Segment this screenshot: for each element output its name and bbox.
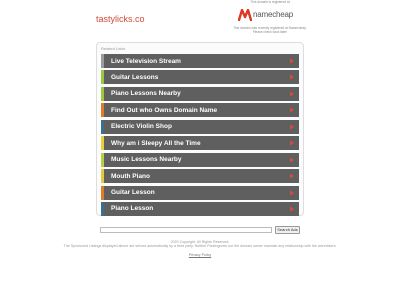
- chevron-right-icon: [290, 206, 294, 212]
- disclaimer-text: The Sponsored Listings displayed above a…: [63, 244, 337, 249]
- related-link-label: Guitar Lessons: [111, 73, 159, 81]
- related-link-10[interactable]: Piano Lesson: [101, 201, 299, 216]
- site-name[interactable]: tastylicks.co: [96, 14, 145, 24]
- related-link-label: Music Lessons Nearby: [111, 156, 182, 164]
- related-link-9[interactable]: Guitar Lesson: [101, 185, 299, 200]
- related-link-label: Live Television Stream: [111, 57, 181, 65]
- related-links-panel: Related Links Live Television Stream Guit…: [96, 42, 304, 216]
- related-link-label: Electric Violin Shop: [111, 123, 172, 131]
- chevron-right-icon: [290, 190, 294, 195]
- chevron-right-icon: [290, 107, 294, 113]
- registrar-description: This domain was recently registered at N…: [233, 26, 307, 34]
- related-links-title: Related Links: [101, 46, 126, 51]
- footer: 2020 Copyright. All Rights Reserved. The…: [60, 240, 340, 257]
- related-link-label: Guitar Lesson: [111, 189, 155, 196]
- search-input[interactable]: [100, 227, 272, 233]
- chevron-right-icon: [290, 91, 294, 97]
- chevron-right-icon: [290, 74, 294, 80]
- related-link-label: Mouth Piano: [111, 172, 150, 180]
- related-link-2[interactable]: Guitar Lessons: [101, 70, 299, 85]
- parked-domain-page: tastylicks.co This domain is registered …: [0, 0, 400, 300]
- related-link-label: Piano Lessons Nearby: [111, 90, 181, 98]
- chevron-right-icon: [290, 173, 294, 179]
- chevron-right-icon: [290, 157, 294, 163]
- related-link-5[interactable]: Electric Violin Shop: [101, 119, 299, 134]
- related-link-1[interactable]: Live Television Stream: [101, 54, 299, 68]
- namecheap-logo[interactable]: namecheap: [238, 8, 302, 24]
- chevron-right-icon: [290, 140, 294, 146]
- related-link-8[interactable]: Mouth Piano: [101, 169, 299, 184]
- registrar-notice: This domain is registered at: [250, 0, 290, 4]
- privacy-policy-link[interactable]: Privacy Policy: [60, 253, 340, 257]
- namecheap-wordmark: namecheap: [253, 10, 294, 19]
- related-link-3[interactable]: Piano Lessons Nearby: [101, 86, 299, 101]
- related-link-label: Find Out who Owns Domain Name: [111, 106, 218, 114]
- namecheap-logo-icon: [238, 9, 252, 21]
- related-link-4[interactable]: Find Out who Owns Domain Name: [101, 103, 299, 118]
- related-link-label: Why am i Sleepy All the Time: [111, 139, 201, 147]
- related-link-6[interactable]: Why am i Sleepy All the Time: [101, 136, 299, 151]
- chevron-right-icon: [290, 124, 294, 130]
- chevron-right-icon: [290, 58, 294, 64]
- related-link-7[interactable]: Music Lessons Nearby: [101, 152, 299, 167]
- related-link-label: Piano Lesson: [111, 205, 154, 213]
- related-links-list: Live Television Stream Guitar Lessons Pian…: [101, 54, 299, 218]
- search-ads-button[interactable]: Search Ads: [275, 226, 300, 234]
